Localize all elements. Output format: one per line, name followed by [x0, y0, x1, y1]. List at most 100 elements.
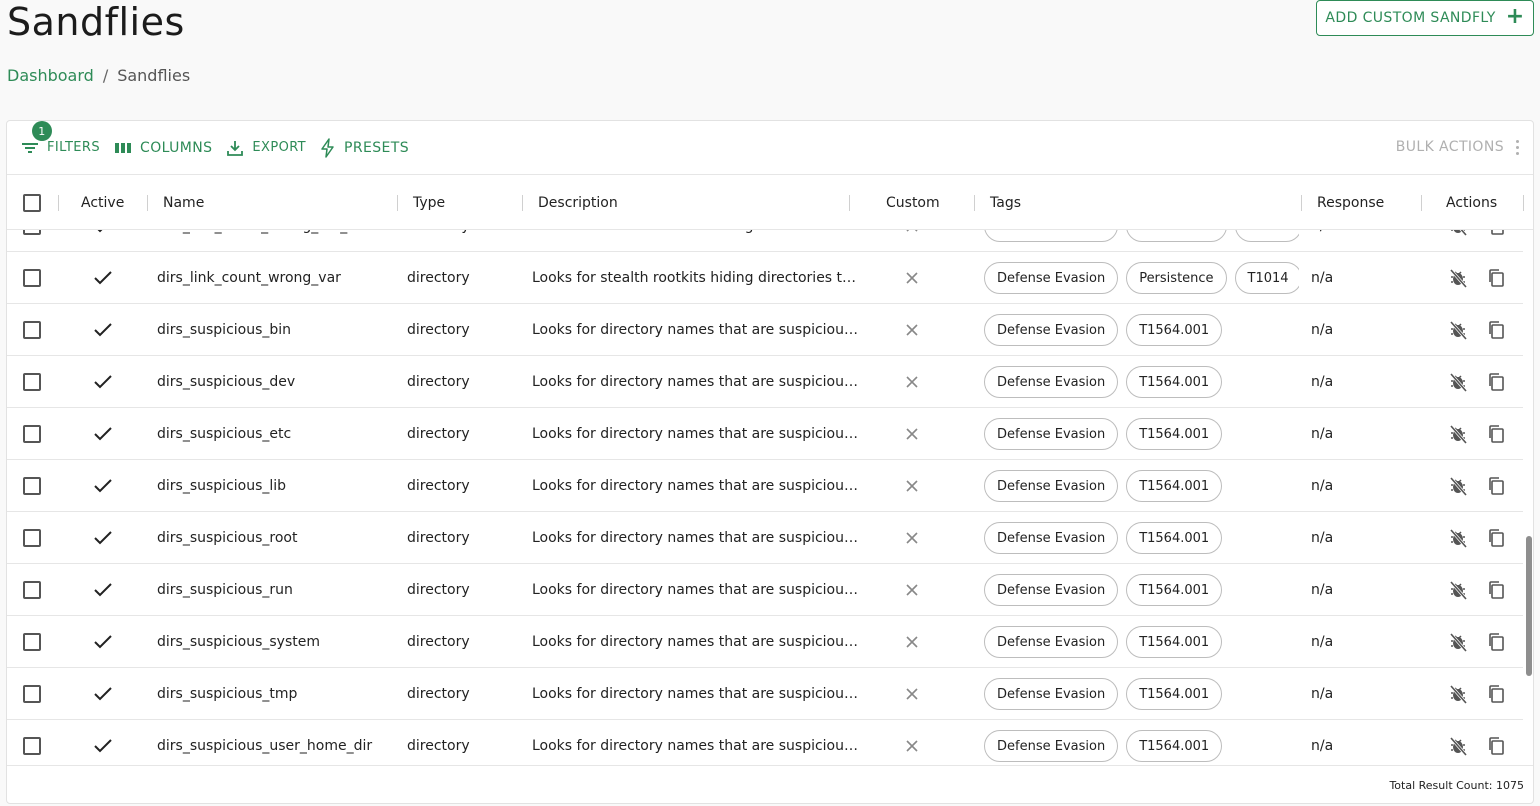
column-header-tags[interactable]: Tags [990, 175, 1021, 231]
bug-off-icon[interactable] [1449, 356, 1467, 408]
row-checkbox[interactable] [23, 529, 41, 547]
column-header-active[interactable]: Active [81, 175, 124, 231]
copy-icon[interactable] [1487, 564, 1505, 616]
tag-chip[interactable]: T1564.001 [1126, 574, 1223, 606]
tag-chip[interactable]: Defense Evasion [984, 418, 1119, 450]
row-checkbox[interactable] [23, 269, 41, 287]
bug-off-icon[interactable] [1449, 564, 1467, 616]
copy-icon[interactable] [1487, 512, 1505, 564]
copy-icon[interactable] [1487, 230, 1505, 252]
column-separator[interactable] [974, 195, 975, 211]
table-row[interactable]: dirs_suspicious_bin directory Looks for … [7, 304, 1523, 356]
tag-chip[interactable]: T1564.001 [1126, 626, 1223, 658]
tag-chip[interactable]: T1564.001 [1126, 314, 1223, 346]
column-separator[interactable] [1301, 195, 1302, 211]
filters-button[interactable]: 1 FILTERS [21, 121, 100, 155]
export-button[interactable]: EXPORT [226, 139, 306, 157]
tag-chip[interactable]: T1564.001 [1126, 522, 1223, 554]
column-separator[interactable] [147, 195, 148, 211]
page-title: Sandflies [7, 0, 185, 44]
copy-icon[interactable] [1487, 304, 1505, 356]
presets-button[interactable]: PRESETS [320, 137, 409, 158]
tag-chip[interactable]: Defense Evasion [984, 678, 1119, 710]
table-row[interactable]: dirs_suspicious_tmp directory Looks for … [7, 668, 1523, 720]
bug-off-icon[interactable] [1449, 408, 1467, 460]
row-checkbox[interactable] [23, 425, 41, 443]
copy-icon[interactable] [1487, 720, 1505, 765]
column-separator[interactable] [849, 195, 850, 211]
columns-button[interactable]: COLUMNS [114, 140, 212, 156]
tag-chip[interactable]: T1014 [1234, 262, 1299, 294]
row-checkbox[interactable] [23, 685, 41, 703]
row-checkbox[interactable] [23, 321, 41, 339]
row-checkbox[interactable] [23, 737, 41, 755]
tag-chip[interactable]: T1564.001 [1126, 470, 1223, 502]
plus-icon: + [1505, 4, 1525, 29]
bug-off-icon[interactable] [1449, 304, 1467, 356]
add-custom-sandfly-button[interactable]: ADD CUSTOM SANDFLY + [1316, 0, 1534, 36]
copy-icon[interactable] [1487, 616, 1505, 668]
total-result-count: Total Result Count: 1075 [1389, 779, 1524, 792]
scrollbar-thumb[interactable] [1526, 536, 1532, 676]
bug-off-icon[interactable] [1449, 720, 1467, 765]
row-type: directory [407, 530, 470, 546]
column-header-name[interactable]: Name [163, 175, 204, 231]
tag-chip[interactable]: T1564.001 [1126, 678, 1223, 710]
table-row[interactable]: dirs_link_count_wrong_usr_share director… [7, 230, 1523, 252]
row-checkbox[interactable] [23, 581, 41, 599]
tag-chip[interactable]: Persistence [1126, 262, 1227, 294]
tag-chip[interactable]: Persistence [1126, 230, 1227, 242]
bug-off-icon[interactable] [1449, 230, 1467, 252]
column-header-custom[interactable]: Custom [886, 175, 940, 231]
tag-chip[interactable]: Defense Evasion [984, 262, 1119, 294]
row-checkbox[interactable] [23, 477, 41, 495]
table-row[interactable]: dirs_suspicious_run directory Looks for … [7, 564, 1523, 616]
vertical-scrollbar[interactable] [1524, 230, 1533, 765]
table-row[interactable]: dirs_suspicious_system directory Looks f… [7, 616, 1523, 668]
breadcrumb-dashboard-link[interactable]: Dashboard [7, 66, 94, 85]
tag-chip[interactable]: Defense Evasion [984, 730, 1119, 762]
column-header-description[interactable]: Description [538, 175, 618, 231]
table-footer: Total Result Count: 1075 [7, 765, 1533, 803]
column-separator[interactable] [522, 195, 523, 211]
copy-icon[interactable] [1487, 252, 1505, 304]
table-row[interactable]: dirs_suspicious_etc directory Looks for … [7, 408, 1523, 460]
row-response: n/a [1311, 634, 1334, 650]
tag-chip[interactable]: Defense Evasion [984, 574, 1119, 606]
tag-chip[interactable]: Defense Evasion [984, 522, 1119, 554]
tag-chip[interactable]: Defense Evasion [984, 230, 1119, 242]
column-separator[interactable] [397, 195, 398, 211]
bug-off-icon[interactable] [1449, 512, 1467, 564]
table-row[interactable]: dirs_suspicious_dev directory Looks for … [7, 356, 1523, 408]
column-separator[interactable] [1421, 195, 1422, 211]
column-header-response[interactable]: Response [1317, 175, 1384, 231]
bug-off-icon[interactable] [1449, 668, 1467, 720]
column-header-type[interactable]: Type [413, 175, 445, 231]
row-checkbox[interactable] [23, 633, 41, 651]
table-row[interactable]: dirs_suspicious_root directory Looks for… [7, 512, 1523, 564]
tag-chip[interactable]: Defense Evasion [984, 626, 1119, 658]
select-all-checkbox[interactable] [23, 194, 41, 212]
bug-off-icon[interactable] [1449, 252, 1467, 304]
bug-off-icon[interactable] [1449, 616, 1467, 668]
row-checkbox[interactable] [23, 373, 41, 391]
copy-icon[interactable] [1487, 356, 1505, 408]
tag-chip[interactable]: T1564.001 [1126, 730, 1223, 762]
copy-icon[interactable] [1487, 408, 1505, 460]
tag-chip[interactable]: Defense Evasion [984, 470, 1119, 502]
copy-icon[interactable] [1487, 668, 1505, 720]
tag-chip[interactable]: Defense Evasion [984, 366, 1119, 398]
tag-chip[interactable]: T1014 [1234, 230, 1299, 242]
tag-chip[interactable]: Defense Evasion [984, 314, 1119, 346]
row-description: Looks for directory names that are suspi… [532, 686, 858, 702]
copy-icon[interactable] [1487, 460, 1505, 512]
column-separator[interactable] [58, 195, 59, 211]
tag-chip[interactable]: T1564.001 [1126, 366, 1223, 398]
table-row[interactable]: dirs_suspicious_lib directory Looks for … [7, 460, 1523, 512]
table-row[interactable]: dirs_link_count_wrong_var directory Look… [7, 252, 1523, 304]
column-separator[interactable] [1523, 195, 1524, 211]
table-row[interactable]: dirs_suspicious_user_home_dir directory … [7, 720, 1523, 765]
tag-chip[interactable]: T1564.001 [1126, 418, 1223, 450]
bulk-actions-button[interactable]: BULK ACTIONS [1396, 139, 1519, 155]
bug-off-icon[interactable] [1449, 460, 1467, 512]
